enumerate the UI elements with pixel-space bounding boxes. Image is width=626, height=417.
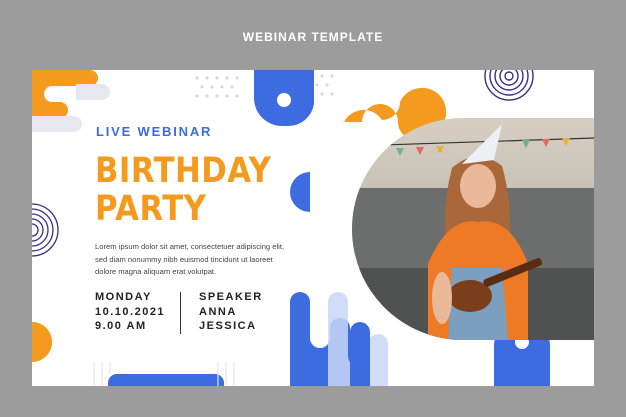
headline-line2: PARTY bbox=[95, 189, 207, 229]
event-date: 10.10.2021 bbox=[95, 305, 166, 318]
blue-half-circle-shape bbox=[290, 172, 310, 212]
speaker-last-name: JESSICA bbox=[199, 320, 257, 332]
speaker-photo bbox=[352, 118, 594, 340]
page-title: WEBINAR TEMPLATE bbox=[242, 30, 384, 44]
divider bbox=[180, 292, 181, 334]
live-webinar-label: LIVE WEBINAR bbox=[96, 124, 213, 139]
event-datetime: MONDAY 10.10.2021 9.00 AM bbox=[95, 290, 165, 334]
blue-pill-shape bbox=[108, 374, 224, 386]
description: Lorem ipsum dolor sit amet, consectetuer… bbox=[95, 241, 325, 279]
description-line2: sed diam nonummy nibh euismod tincidunt … bbox=[95, 254, 273, 264]
description-line3: dolore magna aliquam erat volutpat. bbox=[95, 267, 217, 276]
headline-line1: BIRTHDAY bbox=[95, 151, 272, 191]
speaker-label: SPEAKER bbox=[199, 291, 263, 303]
speaker-first-name: ANNA bbox=[199, 305, 237, 318]
photo-illustration bbox=[352, 118, 594, 340]
webinar-card: LIVE WEBINAR BIRTHDAY PARTY Lorem ipsum … bbox=[32, 70, 594, 386]
speaker-info: SPEAKER ANNA JESSICA bbox=[199, 290, 263, 334]
headline: BIRTHDAY PARTY bbox=[95, 152, 271, 228]
concentric-circles-left-shape bbox=[32, 203, 59, 257]
concentric-circles-shape bbox=[484, 70, 534, 101]
description-line1: Lorem ipsum dolor sit amet, consectetuer… bbox=[95, 242, 285, 251]
event-time: 9.00 AM bbox=[95, 320, 147, 332]
event-day: MONDAY bbox=[95, 291, 152, 303]
grey-pill-shape bbox=[32, 116, 82, 132]
grey-pill-shape bbox=[76, 84, 110, 100]
